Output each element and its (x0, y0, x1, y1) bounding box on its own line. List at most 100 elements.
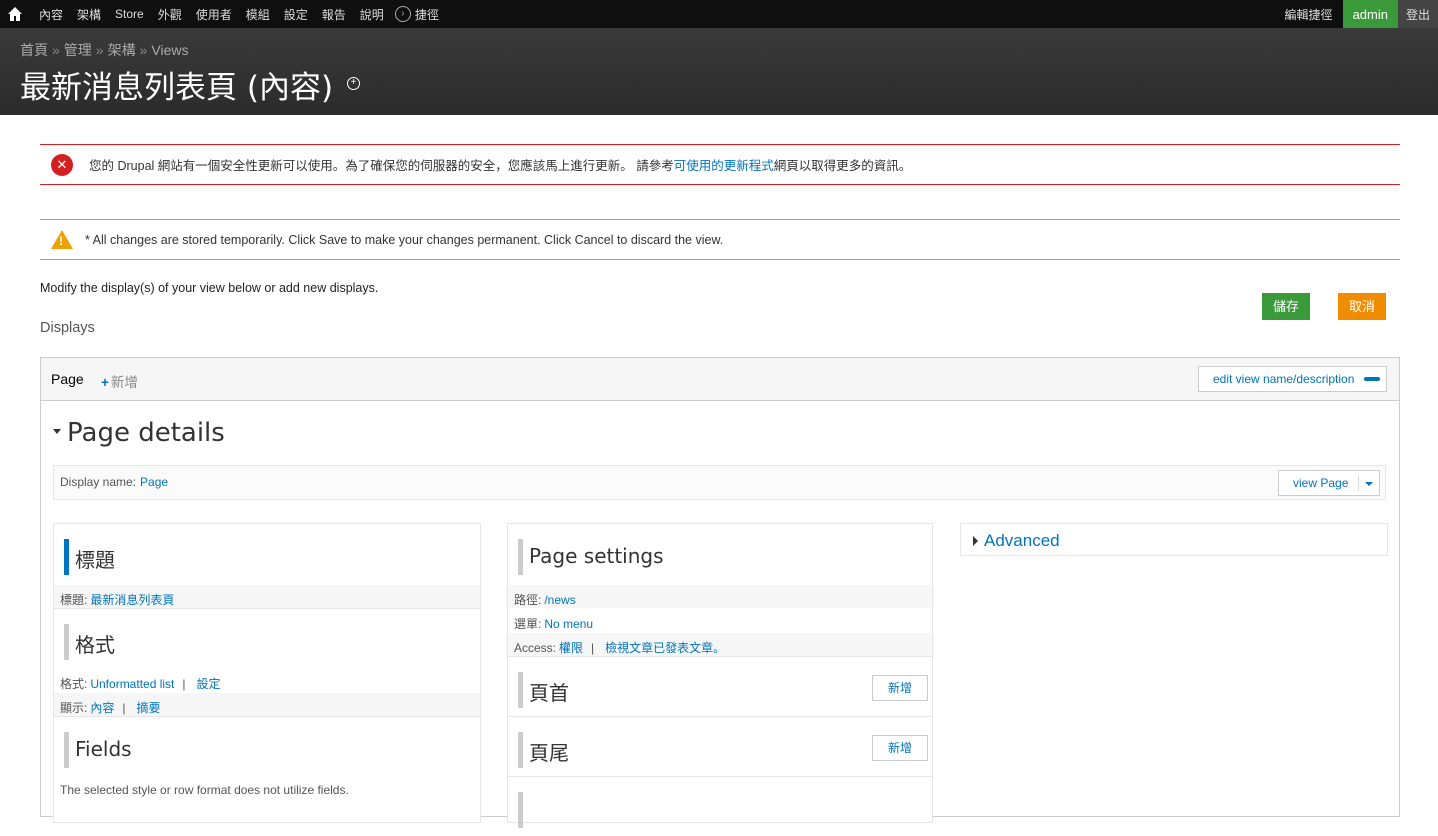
logout-link[interactable]: 登出 (1397, 0, 1438, 28)
section-bar (518, 732, 523, 768)
edit-shortcuts-link[interactable]: 編輯捷徑 (1275, 0, 1343, 28)
section-footer: 頁尾 新增 (508, 716, 932, 776)
toolbar-user-area: 編輯捷徑 admin 登出 (1275, 0, 1438, 28)
add-footer-button[interactable]: 新增 (872, 735, 928, 761)
home-icon[interactable] (7, 6, 23, 22)
access-value-link[interactable]: 權限 (559, 641, 583, 655)
breadcrumb-structure[interactable]: 架構 (108, 42, 136, 58)
add-header-button[interactable]: 新增 (872, 675, 928, 701)
display-name-label: Display name: (60, 475, 137, 489)
show-summary-link[interactable]: 摘要 (136, 701, 160, 715)
section-title: 標題 (54, 524, 480, 584)
page-details-label: Page details (67, 418, 225, 448)
warning-text: * All changes are stored temporarily. Cl… (85, 232, 724, 247)
tab-page[interactable]: Page (51, 371, 84, 387)
display-name-link[interactable]: Page (140, 475, 168, 489)
breadcrumb-admin[interactable]: 管理 (64, 42, 92, 58)
separator: | (122, 701, 126, 715)
dropdown-icon[interactable] (1364, 377, 1380, 381)
format-settings-link[interactable]: 設定 (197, 677, 221, 691)
separator: | (591, 641, 595, 655)
section-header: 頁首 新增 (508, 656, 932, 716)
advanced-toggle[interactable]: Advanced (973, 531, 1060, 551)
menu-label: 選單: (514, 617, 542, 631)
view-page-label: view Page (1293, 476, 1349, 490)
format-heading: 格式 (75, 633, 115, 657)
breadcrumb-views[interactable]: Views (151, 42, 188, 58)
section-fields: Fields (54, 716, 480, 776)
toolbar-item-help[interactable]: 說明 (360, 6, 384, 23)
edit-view-name-button[interactable]: edit view name/description (1198, 366, 1387, 392)
fields-note: The selected style or row format does no… (54, 776, 480, 800)
section-bar (518, 672, 523, 708)
edit-view-label: edit view name/description (1213, 372, 1355, 386)
column-advanced: Advanced (960, 523, 1388, 556)
breadcrumb-separator: » (139, 42, 148, 58)
access-label: Access: (514, 641, 557, 655)
section-page-settings: Page settings (508, 524, 932, 584)
add-display-button[interactable]: + 新增 (101, 371, 138, 391)
section-pager (508, 776, 932, 836)
title-row: 標題: 最新消息列表頁 (54, 584, 480, 608)
path-value-link[interactable]: /news (544, 593, 575, 607)
page-details-heading[interactable]: Page details (53, 418, 225, 448)
menu-value-link[interactable]: No menu (544, 617, 593, 631)
format-label: 格式: (60, 677, 88, 691)
collapse-icon (53, 429, 61, 434)
display-tabs: Page + 新增 edit view name/description (41, 358, 1399, 401)
error-tail: 網頁以取得更多的資訊。 (773, 159, 912, 173)
toolbar-item-content[interactable]: 內容 (39, 6, 63, 23)
section-title-heading: 標題 (75, 548, 115, 572)
show-label: 顯示: (60, 701, 88, 715)
format-row: 格式: Unformatted list | 設定 (54, 668, 480, 692)
section-bar (64, 539, 69, 575)
footer-heading: 頁尾 (529, 741, 569, 765)
toolbar-item-structure[interactable]: 架構 (77, 6, 101, 23)
error-icon: ✕ (51, 153, 73, 176)
title-value-link[interactable]: 最新消息列表頁 (90, 593, 174, 607)
header-heading: 頁首 (529, 681, 569, 705)
section-bar (518, 792, 523, 828)
breadcrumb-separator: » (52, 42, 60, 58)
available-updates-link[interactable]: 可使用的更新程式 (674, 159, 774, 173)
path-label: 路徑: (514, 593, 542, 607)
intro-text: Modify the display(s) of your view below… (40, 281, 379, 295)
add-shortcut-icon[interactable]: + (347, 77, 360, 90)
toolbar-item-appearance[interactable]: 外觀 (158, 6, 182, 23)
error-message: ✕ 您的 Drupal 網站有一個安全性更新可以使用。為了確保您的伺服器的安全，… (40, 144, 1400, 185)
section-format: 格式 (54, 608, 480, 668)
show-value-link[interactable]: 內容 (90, 701, 114, 715)
plus-icon: + (101, 375, 109, 390)
toolbar-menu: 內容 架構 Store 外觀 使用者 模組 設定 報告 說明 › 捷徑 (32, 0, 439, 28)
add-display-label: 新增 (110, 375, 138, 390)
path-row: 路徑:/news (508, 584, 932, 608)
advanced-label: Advanced (984, 531, 1060, 550)
separator: | (182, 677, 186, 691)
column-page-settings: Page settings 路徑:/news 選單: No menu Access… (507, 523, 933, 828)
chevron-right-circle-icon: › (394, 6, 411, 22)
section-bar (518, 539, 523, 575)
warning-message: ! * All changes are stored temporarily. … (40, 219, 1400, 260)
toolbar-item-store[interactable]: Store (115, 7, 144, 21)
page-title: 最新消息列表頁 (內容) (20, 70, 334, 106)
error-message-text: 您的 Drupal 網站有一個安全性更新可以使用。為了確保您的伺服器的安全，您應… (89, 155, 911, 174)
save-button[interactable]: 儲存 (1262, 293, 1310, 320)
toolbar-item-people[interactable]: 使用者 (196, 6, 232, 23)
show-row: 顯示: 內容 | 摘要 (54, 692, 480, 716)
section-bar (64, 624, 69, 660)
toolbar-item-configuration[interactable]: 設定 (284, 6, 308, 23)
user-account-link[interactable]: admin (1342, 0, 1398, 28)
view-page-button[interactable]: view Page (1278, 470, 1380, 496)
breadcrumb-separator: » (95, 42, 104, 58)
toolbar-item-reports[interactable]: 報告 (322, 6, 346, 23)
toolbar-item-modules[interactable]: 模組 (246, 6, 270, 23)
column-title-format: 標題 標題: 最新消息列表頁 格式 格式: Unformatted list | 設定 … (53, 523, 481, 823)
breadcrumb-home[interactable]: 首頁 (20, 42, 48, 58)
cancel-button[interactable]: 取消 (1338, 293, 1386, 320)
format-value-link[interactable]: Unformatted list (90, 677, 174, 691)
menu-row: 選單: No menu (508, 608, 932, 632)
access-permission-link[interactable]: 檢視文章已發表文章。 (605, 641, 725, 655)
dropdown-arrow-icon[interactable] (1365, 482, 1373, 486)
toolbar-shortcuts[interactable]: › 捷徑 (394, 6, 439, 23)
error-text: 您的 Drupal 網站有一個安全性更新可以使用。為了確保您的伺服器的安全，您應… (89, 159, 674, 173)
